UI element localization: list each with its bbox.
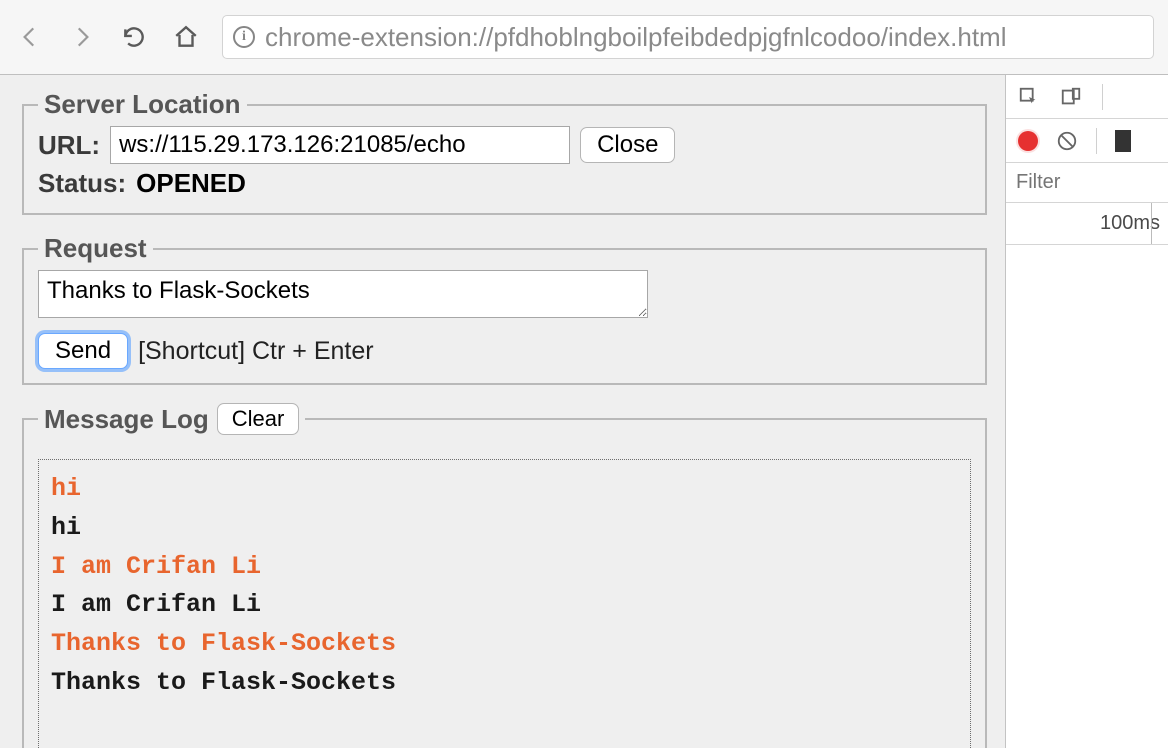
clear-network-icon[interactable] xyxy=(1056,130,1078,152)
message-log-panel: Message Log Clear hihiI am Crifan LiI am… xyxy=(22,403,987,748)
separator xyxy=(1096,128,1097,154)
log-message-received: Thanks to Flask-Sockets xyxy=(51,664,958,703)
message-log-legend: Message Log Clear xyxy=(38,403,305,435)
log-message-received: I am Crifan Li xyxy=(51,586,958,625)
status-value: OPENED xyxy=(136,168,246,199)
message-log-legend-text: Message Log xyxy=(44,404,209,435)
log-message-sent: hi xyxy=(51,470,958,509)
reload-button[interactable] xyxy=(118,17,150,57)
home-button[interactable] xyxy=(170,17,202,57)
server-location-panel: Server Location URL: Close Status: OPENE… xyxy=(22,89,987,215)
log-message-received: hi xyxy=(51,509,958,548)
device-toolbar-icon[interactable] xyxy=(1060,86,1082,108)
status-label: Status: xyxy=(38,168,126,199)
request-legend: Request xyxy=(38,233,153,264)
request-panel: Request Thanks to Flask-Sockets Send [Sh… xyxy=(22,233,987,385)
inspect-icon[interactable] xyxy=(1018,86,1040,108)
url-text: chrome-extension://pfdhoblngboilpfeibded… xyxy=(265,22,1007,53)
back-button[interactable] xyxy=(14,17,46,57)
clear-button[interactable]: Clear xyxy=(217,403,300,435)
devtools-extra-icon[interactable] xyxy=(1115,130,1131,152)
forward-button[interactable] xyxy=(66,17,98,57)
log-message-sent: I am Crifan Li xyxy=(51,548,958,587)
send-button[interactable]: Send xyxy=(38,333,128,369)
browser-toolbar: i chrome-extension://pfdhoblngboilpfeibd… xyxy=(0,0,1168,75)
server-location-legend: Server Location xyxy=(38,89,247,120)
devtools-panel: 100ms xyxy=(1005,75,1168,748)
url-label: URL: xyxy=(38,130,100,161)
log-message-sent: Thanks to Flask-Sockets xyxy=(51,625,958,664)
shortcut-hint: [Shortcut] Ctr + Enter xyxy=(138,337,374,366)
extension-page: Server Location URL: Close Status: OPENE… xyxy=(0,75,1005,748)
address-bar[interactable]: i chrome-extension://pfdhoblngboilpfeibd… xyxy=(222,15,1154,59)
request-body-input[interactable]: Thanks to Flask-Sockets xyxy=(38,270,648,318)
devtools-filter-input[interactable] xyxy=(1006,163,1168,202)
close-button[interactable]: Close xyxy=(580,127,675,163)
message-log-box: hihiI am Crifan LiI am Crifan LiThanks t… xyxy=(38,459,971,748)
devtools-waterfall-header: 100ms xyxy=(1006,203,1168,245)
separator xyxy=(1102,84,1103,110)
record-icon[interactable] xyxy=(1018,131,1038,151)
site-info-icon[interactable]: i xyxy=(233,26,255,48)
url-input[interactable] xyxy=(110,126,570,164)
